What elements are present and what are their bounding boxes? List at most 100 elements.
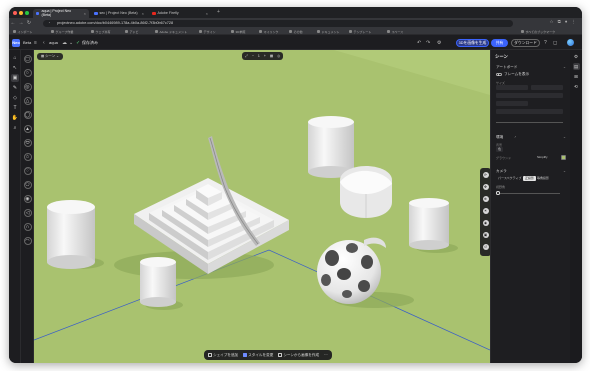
zoom-in-icon[interactable]: + [264, 52, 266, 60]
color-mode-chip[interactable]: 色 [496, 147, 504, 152]
light-icon[interactable]: ☀ [482, 208, 489, 214]
frame-icon[interactable]: ▣ [482, 232, 489, 238]
change-style-button[interactable]: スタイルを変更 [243, 353, 273, 358]
add-shape-button[interactable]: シェイプを追加 [208, 353, 238, 358]
bookmark-item[interactable]: ドキュメント [317, 30, 340, 34]
home-icon[interactable]: ⌂ [11, 54, 19, 62]
menu-icon[interactable]: ≡ [34, 40, 37, 46]
create-image-button[interactable]: シーンから画像を作成 [278, 353, 319, 358]
camera-mode-isometric[interactable]: 等角投影 [535, 176, 551, 181]
text-icon[interactable]: T [11, 104, 19, 112]
select-tool-icon[interactable]: ▣ [11, 74, 19, 82]
assets-tab-icon[interactable]: ⊞ [573, 73, 580, 80]
dome-icon[interactable]: ◠ [23, 237, 32, 245]
help-icon[interactable]: ? [544, 40, 547, 46]
new-tab-icon[interactable]: + [217, 9, 220, 15]
pyramid-icon[interactable]: ▲ [23, 125, 32, 133]
bookmark-item[interactable]: その他 [289, 30, 303, 34]
bookmark-item[interactable]: アドビ [125, 30, 139, 34]
ground-color-swatch[interactable] [561, 155, 566, 160]
generate-image-button[interactable]: 3Dを画像を生成 [456, 38, 489, 47]
history-tab-icon[interactable]: ⟲ [573, 83, 580, 90]
download-button[interactable]: ダウンロード [511, 38, 540, 47]
bookmark-item[interactable]: ウェブ共有 [91, 30, 111, 34]
camera-icon[interactable]: ◉ [482, 220, 489, 226]
heart-icon[interactable]: ♡ [23, 167, 32, 175]
close-tab-icon[interactable]: × [142, 11, 144, 16]
ground-value[interactable]: Simplify [535, 155, 550, 160]
browser-tab[interactable]: aqua | Project Neo (Beta) × [33, 8, 89, 18]
bookmark-item[interactable]: 3D参照 [231, 30, 245, 34]
reset-icon[interactable]: ↺ [482, 244, 489, 250]
notifications-icon[interactable]: ◻ [553, 40, 557, 46]
cube-icon[interactable]: ▢ [23, 55, 32, 63]
chevron-down-icon[interactable]: ⌄ [563, 65, 566, 69]
pen-icon[interactable]: ✎ [11, 84, 19, 92]
triangle-icon[interactable]: ◁ [23, 209, 32, 217]
document-name[interactable]: aqua [49, 40, 58, 45]
browser-tab[interactable]: sec | Project Neo (Beta) × [91, 9, 147, 19]
fov-slider-knob[interactable] [496, 191, 500, 195]
option-field[interactable] [496, 101, 528, 106]
slider-track[interactable] [496, 122, 563, 123]
3d-canvas[interactable]: ▦ シーン ⌄ ⤢ − 1 + ▦ ◎ ⟳ ✥ ⊕ ☀ ◉ ▣ ↺ シェイプを追… [34, 50, 490, 363]
chevron-down-icon[interactable]: ⌄ [69, 40, 73, 46]
extensions-icon[interactable]: ⧉ [558, 19, 561, 25]
polygon-icon[interactable]: ⬠ [23, 181, 32, 189]
view-icon[interactable]: ◎ [277, 52, 280, 60]
properties-tab-icon[interactable]: ⚙ [573, 53, 580, 60]
bookmark-item[interactable]: デザイン [199, 30, 216, 34]
reload-icon[interactable]: ↻ [25, 20, 33, 26]
cylinder-icon[interactable]: ◎ [23, 83, 32, 91]
grid-icon[interactable]: ▦ [270, 52, 273, 60]
shape-icon[interactable]: ◇ [11, 94, 19, 102]
more-menu-icon[interactable]: ⋮ [572, 19, 577, 25]
minimize-window-icon[interactable] [19, 10, 23, 15]
cone-icon[interactable]: △ [23, 97, 32, 105]
forward-icon[interactable]: → [17, 20, 25, 26]
pan-icon[interactable]: ✥ [482, 184, 489, 190]
arch-icon[interactable]: ∩ [23, 223, 32, 231]
chevron-down-icon[interactable]: ⌄ [563, 135, 566, 139]
bookmark-item[interactable]: テンプレート [349, 30, 371, 34]
back-icon[interactable]: ← [9, 20, 17, 26]
bookmark-item[interactable]: スペース [387, 30, 403, 34]
url-bar[interactable]: ◔ projectneo.adobe.com/doc/b0446989-178a… [43, 19, 513, 27]
fov-slider[interactable] [498, 193, 560, 194]
profile-icon[interactable]: ● [565, 19, 568, 25]
redo-icon[interactable]: ↷ [426, 40, 430, 46]
torus-icon[interactable]: ◯ [23, 111, 32, 119]
star-icon[interactable]: ☆ [23, 153, 32, 161]
hand-icon[interactable]: ✋ [11, 114, 19, 122]
scene-selector[interactable]: ▦ シーン ⌄ [37, 53, 63, 60]
share-button[interactable]: 共有 [491, 38, 508, 47]
capsule-icon[interactable]: ⬭ [23, 139, 32, 147]
close-window-icon[interactable] [13, 10, 17, 15]
more-icon[interactable]: ⋯ [324, 353, 328, 357]
bookmark-star-icon[interactable]: ☆ [550, 19, 554, 25]
chevron-down-icon[interactable]: ⌄ [563, 169, 566, 173]
zoom-out-icon[interactable]: − [252, 52, 254, 60]
bookmark-item[interactable]: インポート [13, 30, 33, 34]
width-field[interactable] [496, 85, 528, 90]
maximize-window-icon[interactable] [25, 10, 29, 15]
external-link-icon[interactable]: ↗ [514, 135, 517, 139]
bookmark-item[interactable]: Adobe ドキュメント [155, 30, 187, 34]
height-field[interactable] [531, 85, 563, 90]
pointer-icon[interactable]: ↖ [11, 64, 19, 72]
layers-tab-icon[interactable]: ▤ [572, 63, 580, 70]
zoom-icon[interactable]: ⌕ [11, 124, 19, 132]
bookmark-item[interactable]: グループ作業 [51, 30, 73, 34]
preset-field[interactable] [496, 93, 563, 98]
option-field-2[interactable] [496, 109, 563, 114]
neo-logo-icon[interactable]: Neo [12, 38, 20, 47]
bookmark-item[interactable]: マイリンク [259, 30, 279, 34]
close-tab-icon[interactable]: × [206, 11, 208, 16]
sphere-icon[interactable]: ○ [23, 69, 32, 77]
browser-tab[interactable]: Adobe Firefly × [149, 9, 211, 19]
bookmark-item[interactable]: すべてのブックマーク [521, 30, 555, 34]
fit-icon[interactable]: ⤢ [245, 52, 248, 60]
undo-icon[interactable]: ↶ [417, 40, 421, 46]
avatar[interactable] [567, 39, 574, 46]
settings-icon[interactable]: ⚙ [437, 40, 441, 46]
